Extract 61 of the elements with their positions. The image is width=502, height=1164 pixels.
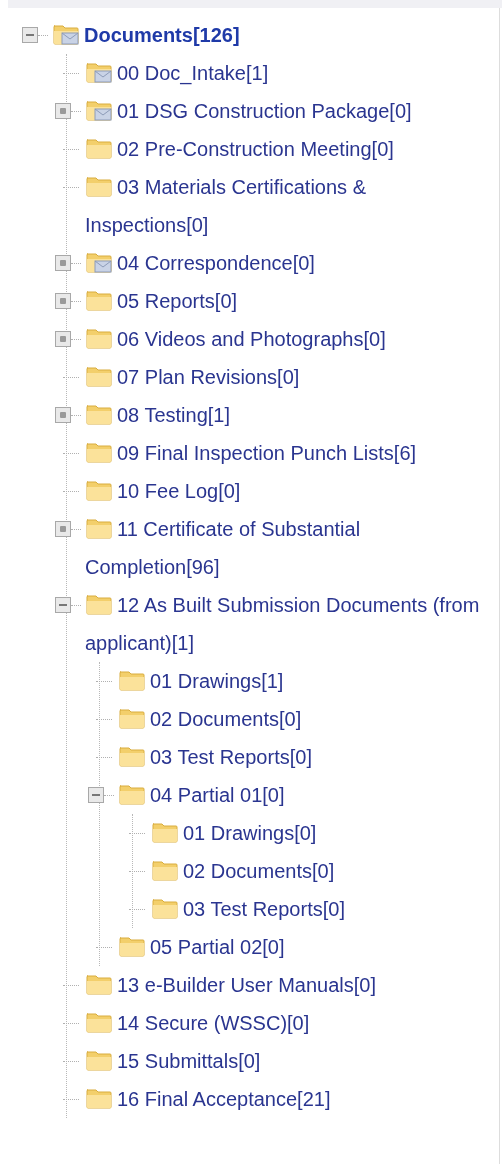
- folder-link[interactable]: 05 Partial 02[0]: [118, 928, 487, 966]
- folder-icon: [85, 402, 113, 426]
- expand-toggle[interactable]: [55, 293, 71, 309]
- folder-link[interactable]: 00 Doc_Intake[1]: [85, 54, 487, 92]
- folder-icon: [85, 1010, 113, 1034]
- folder-link[interactable]: 13 e-Builder User Manuals[0]: [85, 966, 487, 1004]
- folder-link[interactable]: 10 Fee Log[0]: [85, 472, 487, 510]
- collapse-toggle[interactable]: [22, 27, 38, 43]
- folder-icon: [85, 972, 113, 996]
- folder-link[interactable]: 02 Pre-Construction Meeting[0]: [85, 130, 487, 168]
- folder-link[interactable]: 03 Test Reports[0]: [118, 738, 487, 776]
- mail-folder-icon: [85, 250, 113, 274]
- folder-link[interactable]: 04 Correspondence[0]: [85, 244, 487, 282]
- folder-icon: [118, 706, 146, 730]
- folder-link[interactable]: 12 As Built Submission Documents (from applicant)[1]: [85, 586, 487, 662]
- folder-link[interactable]: 03 Test Reports[0]: [151, 890, 487, 928]
- folder-link[interactable]: 06 Videos and Photographs[0]: [85, 320, 487, 358]
- mail-folder-icon: [85, 60, 113, 84]
- folder-icon: [85, 174, 113, 198]
- folder-icon: [85, 326, 113, 350]
- folder-icon: [85, 592, 113, 616]
- folder-icon: [151, 896, 179, 920]
- folder-link[interactable]: 02 Documents[0]: [151, 852, 487, 890]
- folder-link[interactable]: 01 Drawings[0]: [151, 814, 487, 852]
- folder-icon: [118, 934, 146, 958]
- folder-icon: [85, 136, 113, 160]
- expand-toggle[interactable]: [55, 331, 71, 347]
- folder-icon: [85, 516, 113, 540]
- folder-icon: [151, 858, 179, 882]
- folder-icon: [151, 820, 179, 844]
- expand-toggle[interactable]: [55, 521, 71, 537]
- folder-icon: [85, 288, 113, 312]
- folder-icon: [118, 668, 146, 692]
- folder-link[interactable]: 08 Testing[1]: [85, 396, 487, 434]
- expand-toggle[interactable]: [55, 255, 71, 271]
- folder-link[interactable]: 04 Partial 01[0]: [118, 776, 487, 814]
- folder-link[interactable]: 11 Certificate of Substantial Completion[96]: [85, 510, 487, 586]
- folder-icon: [85, 364, 113, 388]
- expand-toggle[interactable]: [55, 103, 71, 119]
- mail-folder-icon: [52, 22, 80, 46]
- folder-link[interactable]: 05 Reports[0]: [85, 282, 487, 320]
- folder-link[interactable]: 02 Documents[0]: [118, 700, 487, 738]
- folder-icon: [85, 478, 113, 502]
- folder-link[interactable]: 16 Final Acceptance[21]: [85, 1080, 487, 1118]
- expand-toggle[interactable]: [55, 407, 71, 423]
- collapse-toggle[interactable]: [55, 597, 71, 613]
- collapse-toggle[interactable]: [88, 787, 104, 803]
- folder-icon: [85, 1048, 113, 1072]
- folder-link[interactable]: 01 Drawings[1]: [118, 662, 487, 700]
- folder-icon: [85, 1086, 113, 1110]
- folder-link[interactable]: 15 Submittals[0]: [85, 1042, 487, 1080]
- folder-link[interactable]: 09 Final Inspection Punch Lists[6]: [85, 434, 487, 472]
- folder-link[interactable]: 01 DSG Construction Package[0]: [85, 92, 487, 130]
- folder-link[interactable]: 14 Secure (WSSC)[0]: [85, 1004, 487, 1042]
- folder-icon: [85, 440, 113, 464]
- folder-link[interactable]: Documents[126]: [52, 16, 487, 54]
- mail-folder-icon: [85, 98, 113, 122]
- folder-icon: [118, 744, 146, 768]
- folder-icon: [118, 782, 146, 806]
- folder-link[interactable]: 03 Materials Certifications & Inspections[0]: [85, 168, 487, 244]
- folder-link[interactable]: 07 Plan Revisions[0]: [85, 358, 487, 396]
